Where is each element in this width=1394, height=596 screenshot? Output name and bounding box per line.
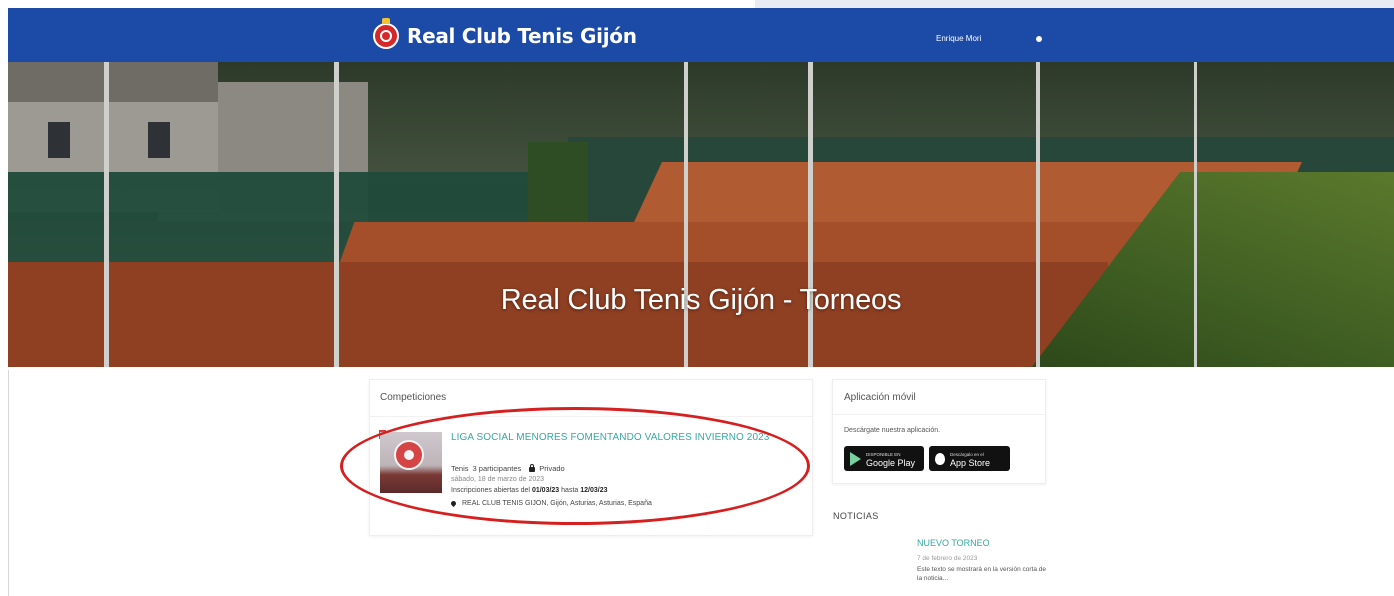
top-strip-grey [755,0,1394,8]
location-pin-icon [449,499,458,508]
hero-pole [684,62,688,367]
hero-pole [1194,62,1197,367]
hero-pole [808,62,813,367]
competition-thumbnail[interactable] [380,432,442,493]
registration-from: 01/03/23 [531,487,560,494]
competition-participants: 3 participantes [472,464,522,473]
app-header: Aplicación móvil [844,392,916,403]
google-play-label: Google Play [866,457,916,468]
lock-icon [529,464,536,472]
registration-to: 12/03/23 [580,487,608,494]
competition-title-link[interactable]: LIGA SOCIAL MENORES FOMENTANDO VALORES I… [451,432,791,443]
competition-meta: Tenis 3 participantes Privado [451,464,565,473]
brand-link[interactable]: Real Club Tenis Gijón [373,18,637,51]
app-store-button[interactable]: Descárgalo en el App Store [929,446,1010,471]
google-play-icon [850,451,861,466]
news-header: NOTICIAS [833,511,879,521]
news-title-link[interactable]: NUEVO TORNEO [917,538,990,548]
brand-name: Real Club Tenis Gijón [407,24,637,48]
competition-sport: Tenis [451,464,469,473]
app-description: Descárgate nuestra aplicación. [844,427,941,434]
club-logo-icon [394,440,424,470]
hero-banner: Real Club Tenis Gijón - Torneos [8,62,1394,367]
news-excerpt: Este texto se mostrará en la versión cor… [917,566,1046,582]
divider [8,370,9,596]
app-store-label: App Store [950,457,991,468]
hero-pole [334,62,339,367]
navbar: Real Club Tenis Gijón Enrique Mori [8,8,1394,62]
hero-pole [1036,62,1040,367]
registration-prefix: Inscripciones abiertas del [451,487,530,494]
divider [833,414,1045,415]
registration-middle: hasta [561,487,579,494]
top-strip [0,0,1394,8]
user-menu-link[interactable]: Enrique Mori [936,34,981,43]
competition-date: sábado, 18 de marzo de 2023 [451,476,545,483]
apple-icon [935,452,945,465]
google-play-button[interactable]: DISPONIBLE EN Google Play [844,446,924,471]
hero-pole [104,62,109,367]
competition-location: REAL CLUB TENIS GIJON, Gijón, Asturias, … [449,499,652,508]
competition-privacy: Privado [539,464,565,473]
club-logo-icon [373,18,399,49]
menu-dot-icon[interactable] [1036,36,1042,42]
news-date: 7 de febrero de 2023 [917,555,978,562]
mobile-app-card: Aplicación móvil Descárgate nuestra apli… [832,379,1046,484]
competitions-header: Competiciones [380,392,447,403]
competition-registration: Inscripciones abiertas del 01/03/23 hast… [451,487,607,494]
competition-location-text: REAL CLUB TENIS GIJON, Gijón, Asturias, … [462,500,652,507]
divider [370,416,812,417]
hero-title: Real Club Tenis Gijón - Torneos [500,284,902,316]
